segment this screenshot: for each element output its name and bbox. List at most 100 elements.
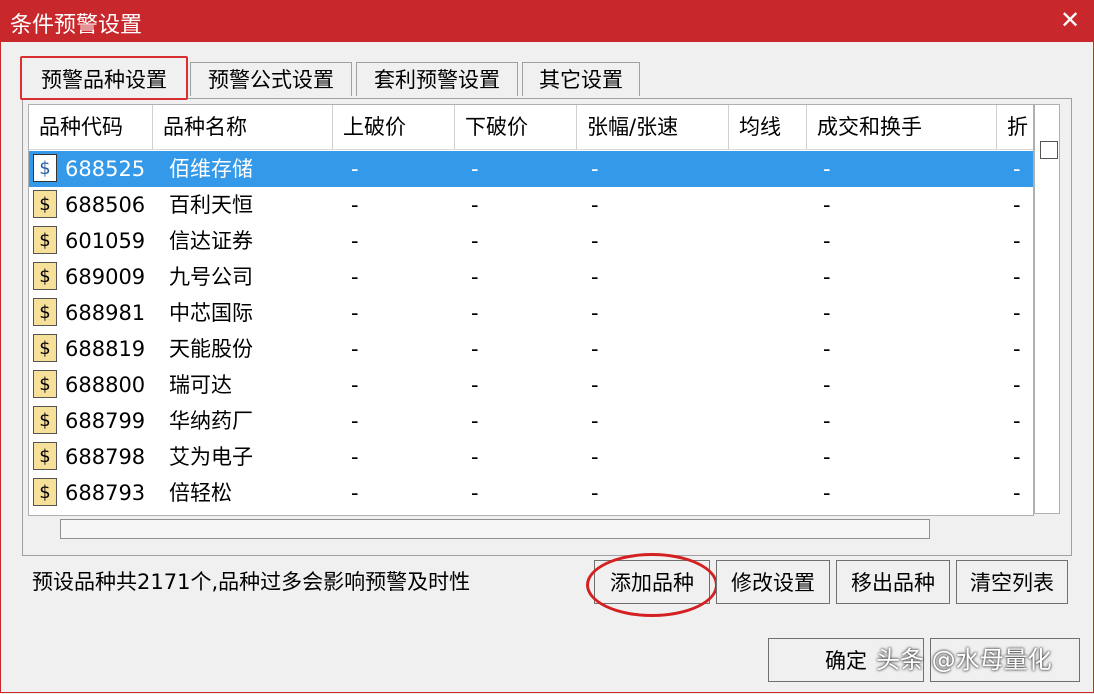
- row-value: -: [351, 265, 359, 289]
- symbol-name: 天能股份: [169, 337, 253, 361]
- row-value: -: [591, 193, 599, 217]
- dollar-icon: $: [33, 370, 57, 398]
- symbol-code: 688800: [65, 373, 146, 397]
- vertical-scrollbar[interactable]: [1034, 104, 1060, 514]
- dollar-icon: $: [33, 298, 57, 326]
- row-value: -: [1013, 409, 1021, 433]
- symbol-code: 688981: [65, 301, 146, 325]
- dollar-icon: $: [33, 406, 57, 434]
- row-value: -: [1013, 301, 1021, 325]
- column-header-lower-price[interactable]: 下破价: [455, 105, 577, 149]
- row-value: -: [351, 409, 359, 433]
- horizontal-scrollbar[interactable]: [60, 519, 930, 539]
- row-value: -: [591, 409, 599, 433]
- column-header-code[interactable]: 品种代码: [29, 105, 153, 149]
- dollar-icon: $: [33, 226, 57, 254]
- row-value: -: [1013, 481, 1021, 505]
- list-item[interactable]: $688525 佰维存储 - - - - -: [29, 151, 1033, 187]
- row-value: -: [471, 409, 479, 433]
- tab-other-settings[interactable]: 其它设置: [522, 62, 640, 96]
- row-value: -: [823, 373, 831, 397]
- row-value: -: [351, 481, 359, 505]
- row-value: -: [471, 337, 479, 361]
- dollar-icon: $: [33, 190, 57, 218]
- column-header-change[interactable]: 张幅/张速: [577, 105, 729, 149]
- dollar-icon: $: [33, 478, 57, 506]
- modify-settings-button[interactable]: 修改设置: [716, 560, 830, 604]
- symbol-name: 瑞可达: [169, 373, 232, 397]
- row-value: -: [591, 157, 599, 181]
- list-item[interactable]: $688506 百利天恒 - - - - -: [29, 187, 1033, 223]
- dollar-icon: $: [33, 334, 57, 362]
- column-header-volume-turnover[interactable]: 成交和换手: [807, 105, 997, 149]
- row-value: -: [1013, 373, 1021, 397]
- symbol-code: 688506: [65, 193, 146, 217]
- title-bar: 条件预警设置 ✕: [0, 0, 1094, 42]
- list-item[interactable]: $688798 艾为电子 - - - - -: [29, 439, 1033, 475]
- symbol-list[interactable]: 品种代码 品种名称 上破价 下破价 张幅/张速 均线 成交和换手 折 $6885…: [28, 104, 1034, 516]
- row-value: -: [471, 193, 479, 217]
- row-value: -: [471, 373, 479, 397]
- list-item[interactable]: $688800 瑞可达 - - - - -: [29, 367, 1033, 403]
- list-item[interactable]: $689009 九号公司 - - - - -: [29, 259, 1033, 295]
- row-value: -: [351, 193, 359, 217]
- row-value: -: [471, 229, 479, 253]
- list-header: 品种代码 品种名称 上破价 下破价 张幅/张速 均线 成交和换手 折: [29, 105, 1033, 150]
- watermark-text: 头条 @水母量化: [876, 646, 1052, 674]
- row-value: -: [591, 337, 599, 361]
- symbol-name: 倍轻松: [169, 481, 232, 505]
- row-value: -: [471, 481, 479, 505]
- column-header-ma[interactable]: 均线: [729, 105, 807, 149]
- list-item[interactable]: $688799 华纳药厂 - - - - -: [29, 403, 1033, 439]
- row-value: -: [351, 229, 359, 253]
- list-item[interactable]: $688793 倍轻松 - - - - -: [29, 475, 1033, 511]
- row-value: -: [351, 445, 359, 469]
- symbol-code: 688819: [65, 337, 146, 361]
- row-value: -: [823, 301, 831, 325]
- row-value: -: [351, 373, 359, 397]
- column-header-name[interactable]: 品种名称: [153, 105, 333, 149]
- row-value: -: [591, 373, 599, 397]
- list-item[interactable]: $601059 信达证券 - - - - -: [29, 223, 1033, 259]
- tab-arbitrage-warning[interactable]: 套利预警设置: [356, 62, 518, 96]
- list-item[interactable]: $688981 中芯国际 - - - - -: [29, 295, 1033, 331]
- row-value: -: [823, 337, 831, 361]
- row-value: -: [823, 409, 831, 433]
- clear-list-button[interactable]: 清空列表: [956, 560, 1068, 604]
- symbol-code: 689009: [65, 265, 146, 289]
- row-value: -: [1013, 157, 1021, 181]
- symbol-code: 688798: [65, 445, 146, 469]
- row-value: -: [351, 337, 359, 361]
- symbol-name: 艾为电子: [169, 445, 253, 469]
- list-item[interactable]: $688819 天能股份 - - - - -: [29, 331, 1033, 367]
- dollar-icon: $: [33, 154, 57, 182]
- tab-warning-formula[interactable]: 预警公式设置: [190, 62, 352, 96]
- row-value: -: [823, 193, 831, 217]
- row-value: -: [591, 481, 599, 505]
- status-text: 预设品种共2171个,品种过多会影响预警及时性: [32, 570, 471, 594]
- row-value: -: [823, 481, 831, 505]
- symbol-name: 华纳药厂: [169, 409, 253, 433]
- symbol-name: 佰维存储: [169, 157, 253, 181]
- row-value: -: [823, 229, 831, 253]
- select-all-checkbox[interactable]: [1040, 141, 1058, 159]
- symbol-code: 688793: [65, 481, 146, 505]
- add-symbol-button[interactable]: 添加品种: [594, 560, 710, 604]
- column-header-upper-price[interactable]: 上破价: [333, 105, 455, 149]
- row-value: -: [1013, 337, 1021, 361]
- symbol-code: 688525: [65, 157, 146, 181]
- row-value: -: [1013, 265, 1021, 289]
- row-value: -: [591, 229, 599, 253]
- row-value: -: [1013, 229, 1021, 253]
- remove-symbol-button[interactable]: 移出品种: [836, 560, 950, 604]
- row-value: -: [471, 445, 479, 469]
- symbol-code: 601059: [65, 229, 146, 253]
- column-header-more[interactable]: 折: [997, 105, 1033, 149]
- symbol-name: 九号公司: [169, 265, 253, 289]
- row-value: -: [591, 301, 599, 325]
- window-title: 条件预警设置: [10, 13, 143, 38]
- tab-warning-symbols[interactable]: 预警品种设置: [20, 56, 188, 100]
- row-value: -: [351, 301, 359, 325]
- row-value: -: [471, 301, 479, 325]
- close-icon[interactable]: ✕: [1056, 6, 1084, 34]
